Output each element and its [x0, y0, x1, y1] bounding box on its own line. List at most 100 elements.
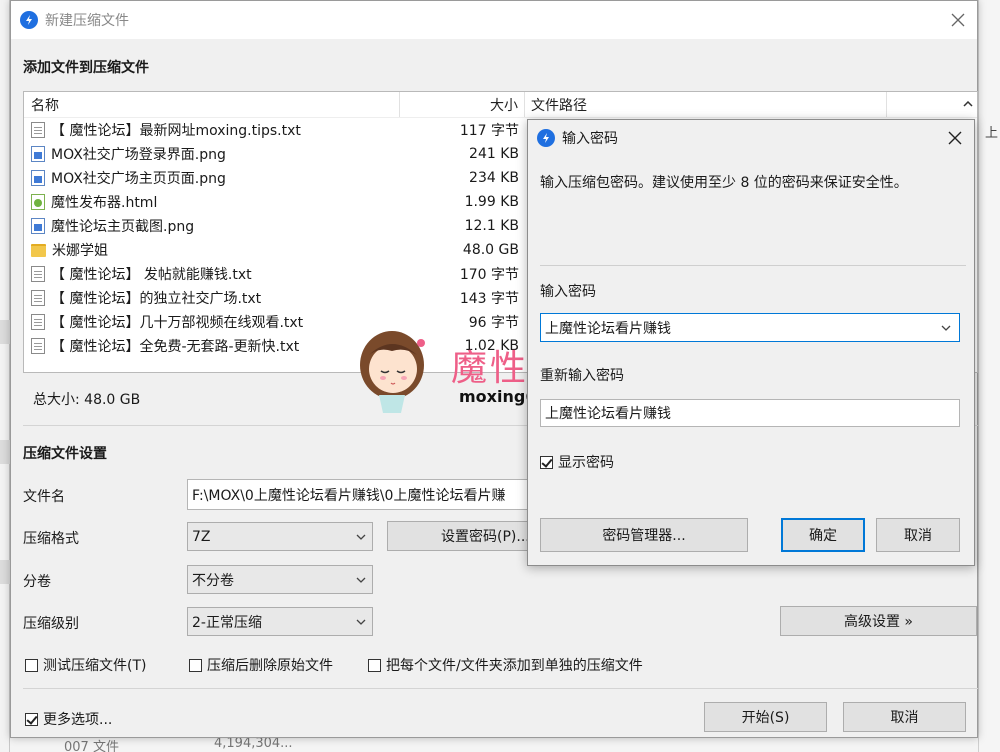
divider: [23, 688, 978, 689]
file-name: 魔性发布器.html: [51, 195, 158, 211]
file-size: 117 字节: [459, 123, 519, 139]
file-name-cell: 【 魔性论坛】的独立社交广场.txt: [24, 288, 400, 308]
file-size: 234 KB: [469, 170, 519, 186]
split-select[interactable]: 不分卷: [187, 565, 373, 594]
separate-archives-checkbox[interactable]: 把每个文件/文件夹添加到单独的压缩文件: [368, 655, 643, 675]
total-size: 总大小: 48.0 GB: [33, 392, 141, 408]
checkbox-box: [25, 712, 38, 726]
checkbox-label: 压缩后删除原始文件: [207, 658, 333, 674]
txt-file-icon: [31, 314, 45, 330]
app-logo-icon: [20, 11, 38, 29]
password-dialog-title: 输入密码: [562, 131, 618, 147]
start-button[interactable]: 开始(S): [704, 702, 827, 732]
checkbox-box: [25, 658, 38, 672]
file-name: MOX社交广场主页页面.png: [51, 171, 226, 187]
set-password-button[interactable]: 设置密码(P)...: [387, 521, 531, 551]
filename-input[interactable]: F:\MOX\0上魔性论坛看片赚钱\0上魔性论坛看片赚: [187, 479, 532, 510]
cartoon-girl-watermark-icon: [360, 331, 425, 413]
format-value: 7Z: [192, 528, 211, 545]
advanced-settings-button[interactable]: 高级设置 »: [780, 606, 977, 636]
level-value: 2-正常压缩: [192, 614, 262, 631]
file-name-cell: 【 魔性论坛】全免费-无套路-更新快.txt: [24, 336, 400, 356]
app-logo-icon: [537, 129, 555, 147]
chevron-down-icon[interactable]: [941, 325, 951, 331]
file-name-cell: 米娜学姐: [24, 240, 400, 260]
background-strip: [0, 320, 10, 344]
background-text: 上: [985, 126, 999, 141]
close-icon[interactable]: [943, 5, 973, 35]
file-name: 【 魔性论坛】全免费-无套路-更新快.txt: [51, 339, 300, 355]
checkbox-label: 测试压缩文件(T): [43, 658, 147, 674]
file-name-cell: 魔性发布器.html: [24, 192, 400, 212]
file-name: 【 魔性论坛】最新网址moxing.tips.txt: [51, 123, 301, 139]
checkbox-box: [368, 658, 381, 672]
checkbox-box: [189, 658, 202, 672]
format-label: 压缩格式: [23, 531, 79, 547]
file-size: 1.99 KB: [464, 194, 519, 210]
chevron-down-icon: [356, 534, 366, 540]
password-dialog-titlebar: 输入密码: [528, 120, 974, 156]
delete-after-checkbox[interactable]: 压缩后删除原始文件: [189, 655, 333, 675]
checkbox-label: 更多选项...: [43, 712, 113, 728]
checkbox-label: 把每个文件/文件夹添加到单独的压缩文件: [386, 658, 643, 674]
file-name: MOX社交广场登录界面.png: [51, 147, 226, 163]
column-header-name[interactable]: 名称: [24, 92, 400, 117]
txt-file-icon: [31, 338, 45, 354]
background-window-right-edge: 上: [978, 0, 1000, 752]
png-file-icon: [31, 146, 45, 162]
reenter-password-input[interactable]: 上魔性论坛看片赚钱: [540, 399, 960, 427]
file-name: 【 魔性论坛】几十万部视频在线观看.txt: [51, 315, 304, 331]
file-name: 【 魔性论坛】的独立社交广场.txt: [51, 291, 262, 307]
file-name-cell: 【 魔性论坛】几十万部视频在线观看.txt: [24, 312, 400, 332]
file-name-cell: MOX社交广场登录界面.png: [24, 144, 400, 164]
test-archive-checkbox[interactable]: 测试压缩文件(T): [25, 655, 146, 675]
ok-button[interactable]: 确定: [781, 518, 865, 552]
checkbox-box: [540, 455, 553, 469]
background-window-left-edge: [0, 0, 10, 752]
png-file-icon: [31, 218, 45, 234]
level-select[interactable]: 2-正常压缩: [187, 607, 373, 636]
file-size: 241 KB: [469, 146, 519, 162]
enter-password-input[interactable]: 上魔性论坛看片赚钱: [540, 313, 960, 342]
dialog-title: 新建压缩文件: [45, 13, 129, 29]
checkbox-label: 显示密码: [558, 455, 614, 471]
file-name: 【 魔性论坛】 发帖就能赚钱.txt: [51, 267, 252, 283]
html-file-icon: [31, 194, 45, 210]
divider: [540, 265, 966, 266]
chevron-down-icon: [356, 577, 366, 583]
file-size: 170 字节: [459, 267, 519, 283]
column-header-path[interactable]: 文件路径: [525, 92, 887, 117]
png-file-icon: [31, 170, 45, 186]
background-strip: [0, 560, 10, 584]
password-cancel-button[interactable]: 取消: [876, 518, 960, 552]
split-label: 分卷: [23, 574, 51, 590]
cancel-button[interactable]: 取消: [843, 702, 966, 732]
format-select[interactable]: 7Z: [187, 522, 373, 551]
file-list-header: 名称 大小 文件路径: [24, 92, 977, 118]
column-header-size[interactable]: 大小: [400, 92, 525, 117]
enter-password-value: 上魔性论坛看片赚钱: [545, 320, 671, 337]
file-name-cell: 魔性论坛主页截图.png: [24, 216, 400, 236]
background-row-name: 007 文件: [64, 740, 119, 752]
file-size: 12.1 KB: [464, 218, 519, 234]
level-label: 压缩级别: [23, 616, 79, 632]
file-name-cell: MOX社交广场主页页面.png: [24, 168, 400, 188]
reenter-password-label: 重新输入密码: [540, 368, 624, 384]
more-options-checkbox[interactable]: 更多选项...: [25, 709, 112, 729]
background-window-bottom: 007 文件 4,194,304...: [10, 736, 978, 752]
password-manager-button[interactable]: 密码管理器...: [540, 518, 748, 552]
file-name-cell: 【 魔性论坛】最新网址moxing.tips.txt: [24, 120, 400, 140]
file-name-cell: 【 魔性论坛】 发帖就能赚钱.txt: [24, 264, 400, 284]
txt-file-icon: [31, 122, 45, 138]
password-message: 输入压缩包密码。建议使用至少 8 位的密码来保证安全性。: [540, 175, 908, 191]
file-name: 米娜学姐: [52, 243, 108, 259]
split-value: 不分卷: [192, 572, 234, 589]
scroll-up-arrow-icon[interactable]: [959, 92, 977, 116]
close-icon[interactable]: [940, 123, 970, 153]
enter-password-label: 输入密码: [540, 284, 596, 300]
settings-heading: 压缩文件设置: [23, 446, 107, 462]
file-name: 魔性论坛主页截图.png: [51, 219, 195, 235]
filename-label: 文件名: [23, 489, 65, 505]
file-size: 48.0 GB: [462, 242, 519, 258]
show-password-checkbox[interactable]: 显示密码: [540, 452, 614, 472]
